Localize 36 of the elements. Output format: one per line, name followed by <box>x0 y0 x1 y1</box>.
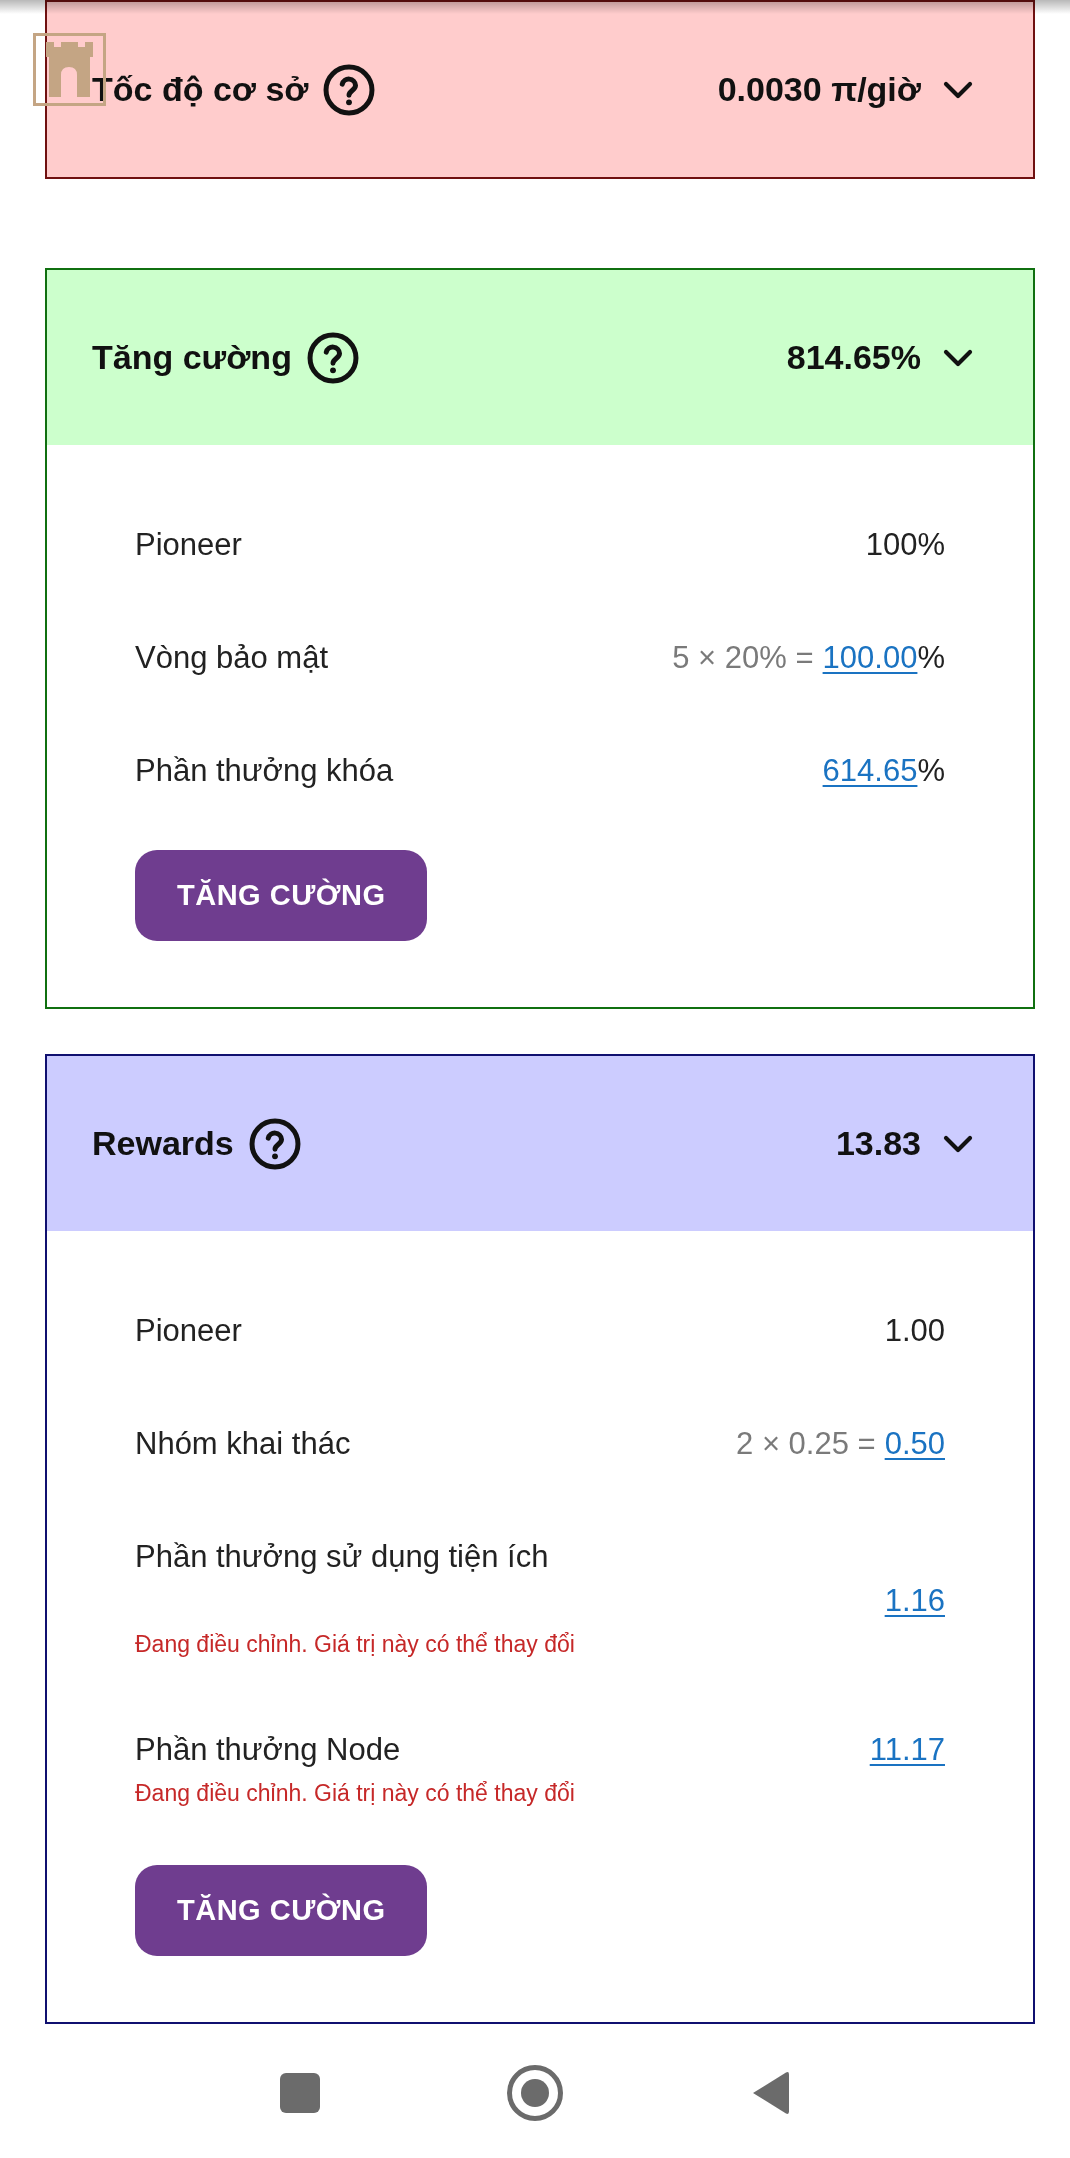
row-label: Phần thưởng khóa <box>135 752 395 790</box>
home-circle-icon[interactable] <box>507 2065 563 2121</box>
boost-button[interactable]: TĂNG CƯỜNG <box>135 1865 428 1956</box>
help-icon[interactable] <box>248 1117 301 1170</box>
value-text: 1.00 <box>884 1312 945 1350</box>
section-total: 0.0030 π/giờ <box>717 70 921 109</box>
section-title: Tăng cường <box>92 338 292 377</box>
row-label: Phần thưởng Node <box>135 1731 402 1769</box>
value-text: 100% <box>865 526 945 564</box>
warning-text: Đang điều chỉnh. Giá trị này có thể thay đổi <box>135 1779 576 1808</box>
chevron-down-icon[interactable] <box>943 79 973 100</box>
value-link[interactable]: 614.65 <box>822 749 918 793</box>
section-total: 13.83 <box>835 1124 921 1163</box>
row-label: Vòng bảo mật <box>135 639 330 677</box>
chevron-down-icon[interactable] <box>943 1133 973 1154</box>
help-icon[interactable] <box>306 331 359 384</box>
help-icon[interactable] <box>323 63 376 116</box>
chevron-down-icon[interactable] <box>943 347 973 368</box>
section-header[interactable]: Tăng cường 814.65% <box>47 270 1033 445</box>
value-link[interactable]: 11.17 <box>869 1728 945 1772</box>
unit-text: % <box>917 752 945 790</box>
row-label: Pioneer <box>135 526 243 564</box>
section-header[interactable]: Rewards 13.83 <box>47 1056 1033 1231</box>
row-label: Nhóm khai thác <box>135 1425 352 1463</box>
unit-text: % <box>917 639 945 677</box>
section-total: 814.65% <box>786 338 921 377</box>
value-link[interactable]: 100.00 <box>822 636 918 680</box>
section-title: Rewards <box>92 1124 234 1163</box>
boost-button[interactable]: TĂNG CƯỜNG <box>135 850 428 941</box>
warning-text: Đang điều chỉnh. Giá trị này có thể thay đổi <box>135 1630 576 1659</box>
row-label: Pioneer <box>135 1312 243 1350</box>
row-label: Phần thưởng sử dụng tiện ích <box>135 1538 550 1576</box>
value-link[interactable]: 0.50 <box>884 1422 945 1466</box>
value-link[interactable]: 1.16 <box>884 1579 945 1623</box>
formula-text: 2 × 0.25 = <box>736 1425 876 1463</box>
formula-text: 5 × 20% = <box>672 639 814 677</box>
